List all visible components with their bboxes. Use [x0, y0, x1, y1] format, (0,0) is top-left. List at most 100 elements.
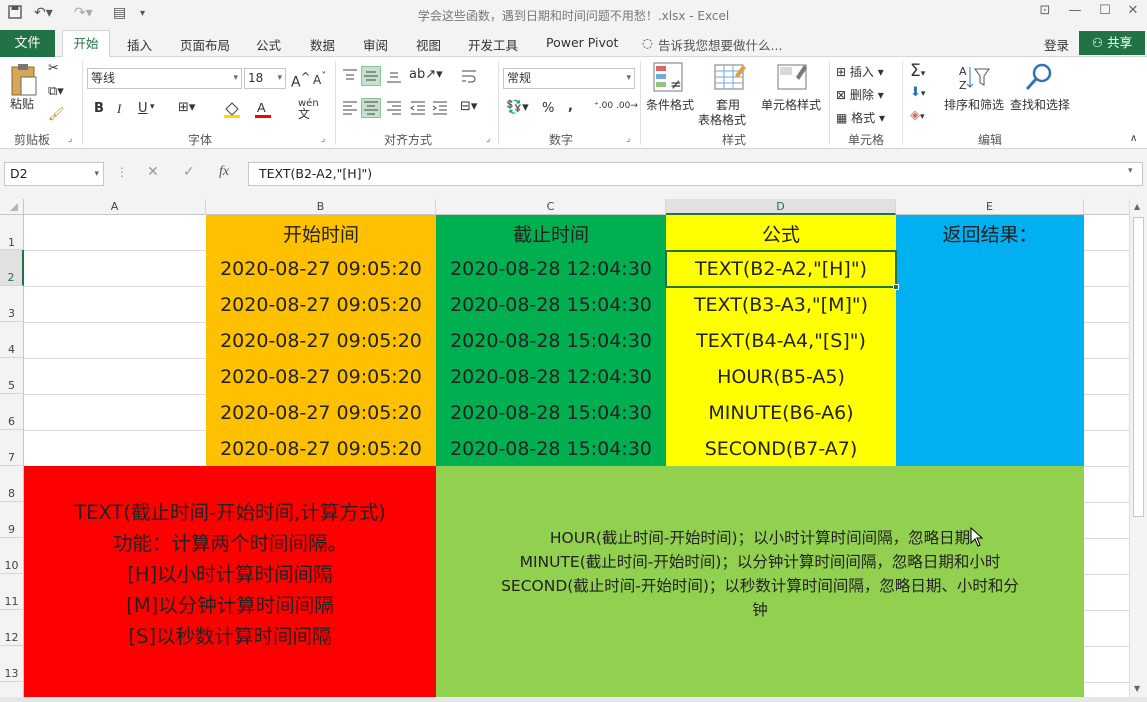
cell-c6[interactable]: 2020-08-28 15:04:30 — [436, 395, 666, 431]
cell-b3[interactable]: 2020-08-27 09:05:20 — [206, 287, 436, 323]
find-select-label[interactable]: 查找和选择 — [1010, 96, 1070, 113]
row-header-4[interactable]: 4 — [0, 322, 24, 358]
scroll-down-icon[interactable]: ▼ — [1134, 684, 1140, 693]
font-name-select[interactable]: 等线 ▾ — [87, 68, 242, 89]
tab-formulas[interactable]: 公式 — [256, 35, 281, 54]
row-header-10[interactable]: 10 — [0, 538, 24, 574]
row-header-11[interactable]: 11 — [0, 574, 24, 610]
find-select-icon[interactable] — [1024, 62, 1054, 95]
cell-c4[interactable]: 2020-08-28 15:04:30 — [436, 323, 666, 359]
row-header-5[interactable]: 5 — [0, 358, 24, 394]
number-format-select[interactable]: 常规 ▾ — [503, 68, 635, 89]
sign-in-link[interactable]: 登录 — [1044, 35, 1069, 54]
name-box[interactable]: D2 ▾ — [4, 162, 104, 186]
row-header-13[interactable]: 13 — [0, 646, 24, 682]
comma-button[interactable]: , — [568, 99, 573, 114]
tab-review[interactable]: 审阅 — [363, 35, 388, 54]
cell-d3[interactable]: TEXT(B3-A3,"[M]") — [666, 287, 896, 323]
form-icon[interactable]: ▤ — [113, 5, 126, 21]
header-start-time[interactable]: 开始时间 — [206, 215, 436, 251]
cancel-icon[interactable]: ✕ — [147, 164, 159, 180]
font-color-icon[interactable]: A — [254, 99, 272, 122]
tab-view[interactable]: 视图 — [416, 35, 441, 54]
cut-icon[interactable]: ✂ — [48, 61, 59, 76]
hour-minute-second-note[interactable]: HOUR(截止时间-开始时间)；以小时计算时间间隔，忽略日期 MINUTE(截止… — [436, 466, 1084, 697]
cell-d4[interactable]: TEXT(B4-A4,"[S]") — [666, 323, 896, 359]
autosum-icon[interactable]: Σ▾ — [910, 61, 925, 81]
merge-center-icon[interactable]: ⊟▾ — [460, 99, 477, 114]
font-launcher-icon[interactable]: ⌟ — [321, 134, 325, 144]
close-icon[interactable]: ✕ — [1118, 3, 1147, 18]
table-format-label-2[interactable]: 表格格式 — [698, 111, 746, 128]
font-shrink-icon[interactable]: A˅ — [313, 71, 326, 87]
cell-d5[interactable]: HOUR(B5-A5) — [666, 359, 896, 395]
collapse-ribbon-icon[interactable]: ∧ — [1130, 133, 1137, 144]
conditional-format-icon[interactable]: ≠ — [652, 61, 686, 98]
row-header-3[interactable]: 3 — [0, 286, 24, 322]
copy-icon[interactable]: ⧉▾ — [48, 84, 64, 99]
tab-page-layout[interactable]: 页面布局 — [180, 35, 230, 54]
cell-d6[interactable]: MINUTE(B6-A6) — [666, 395, 896, 431]
cell-c2[interactable]: 2020-08-28 12:04:30 — [436, 251, 666, 287]
increase-indent-icon[interactable] — [431, 99, 449, 120]
tab-home[interactable]: 开始 — [62, 30, 110, 58]
italic-button[interactable]: I — [117, 101, 121, 117]
font-grow-icon[interactable]: A^ — [291, 70, 310, 91]
column-header-c[interactable]: C — [436, 199, 666, 215]
clear-icon[interactable]: ◈▾ — [910, 108, 925, 123]
currency-icon[interactable]: 💱▾ — [506, 100, 529, 115]
cell-c7[interactable]: 2020-08-28 15:04:30 — [436, 431, 666, 467]
align-bottom-icon[interactable] — [385, 67, 403, 88]
fill-icon[interactable]: ⬇▾ — [910, 85, 925, 100]
percent-button[interactable]: % — [542, 101, 554, 116]
vertical-scrollbar[interactable]: ▲ ▼ — [1129, 199, 1147, 697]
align-right-icon[interactable] — [385, 99, 403, 120]
insert-function-icon[interactable]: fx — [219, 164, 229, 180]
cell-style-icon[interactable] — [776, 61, 810, 98]
phonetic-icon[interactable]: wén 文 — [298, 98, 319, 122]
orientation-icon[interactable]: ab↗▾ — [409, 67, 443, 82]
column-header-d[interactable]: D — [666, 199, 896, 215]
align-top-icon[interactable] — [341, 67, 359, 88]
border-icon[interactable]: ⊞▾ — [178, 100, 195, 115]
sort-filter-label[interactable]: 排序和筛选 — [944, 96, 1004, 113]
undo-icon[interactable]: ↶▾ — [34, 5, 53, 21]
tab-developer[interactable]: 开发工具 — [468, 35, 518, 54]
cell-d7[interactable]: SECOND(B7-A7) — [666, 431, 896, 467]
redo-icon[interactable]: ↷▾ — [74, 5, 93, 21]
column-header-f[interactable] — [1084, 199, 1129, 215]
paste-label[interactable]: 粘贴 — [10, 95, 34, 112]
increase-decimal-icon[interactable]: ⁺.00 — [594, 101, 613, 111]
cell-b5[interactable]: 2020-08-27 09:05:20 — [206, 359, 436, 395]
format-painter-icon[interactable]: 🖌 — [48, 107, 65, 122]
header-end-time[interactable]: 截止时间 — [436, 215, 666, 251]
cell-b6[interactable]: 2020-08-27 09:05:20 — [206, 395, 436, 431]
chevron-down-icon[interactable]: ▾ — [150, 102, 155, 112]
maximize-icon[interactable]: ☐ — [1090, 3, 1120, 18]
enter-icon[interactable]: ✓ — [183, 164, 195, 180]
tab-file[interactable]: 文件 — [0, 30, 55, 57]
bold-button[interactable]: B — [94, 101, 104, 116]
header-result[interactable]: 返回结果： — [896, 215, 1084, 251]
cell-b2[interactable]: 2020-08-27 09:05:20 — [206, 251, 436, 287]
sort-filter-icon[interactable]: AZ — [957, 63, 991, 96]
scroll-up-icon[interactable]: ▲ — [1134, 202, 1140, 211]
scroll-thumb[interactable] — [1133, 217, 1144, 517]
insert-cells-button[interactable]: ⊞ 插入 ▾ — [836, 63, 884, 80]
row-header-9[interactable]: 9 — [0, 502, 24, 538]
table-format-icon[interactable] — [713, 61, 747, 98]
column-header-b[interactable]: B — [206, 199, 436, 215]
row-header-2[interactable]: 2 — [0, 250, 24, 286]
delete-cells-button[interactable]: ⊠ 删除 ▾ — [836, 86, 884, 103]
customize-qat-icon[interactable]: ▾ — [140, 8, 145, 19]
minimize-icon[interactable]: — — [1060, 3, 1090, 18]
formula-input[interactable]: TEXT(B2-A2,"[H]") — [248, 162, 1143, 186]
conditional-format-label[interactable]: 条件格式 — [646, 96, 694, 113]
cell-c3[interactable]: 2020-08-28 15:04:30 — [436, 287, 666, 323]
share-button[interactable]: ⚇ 共享 — [1079, 31, 1145, 55]
tab-data[interactable]: 数据 — [310, 35, 335, 54]
column-header-e[interactable]: E — [896, 199, 1084, 215]
expand-formula-icon[interactable]: ▾ — [1128, 166, 1133, 176]
row-header-14[interactable] — [0, 682, 24, 697]
select-all-corner[interactable] — [0, 199, 24, 215]
